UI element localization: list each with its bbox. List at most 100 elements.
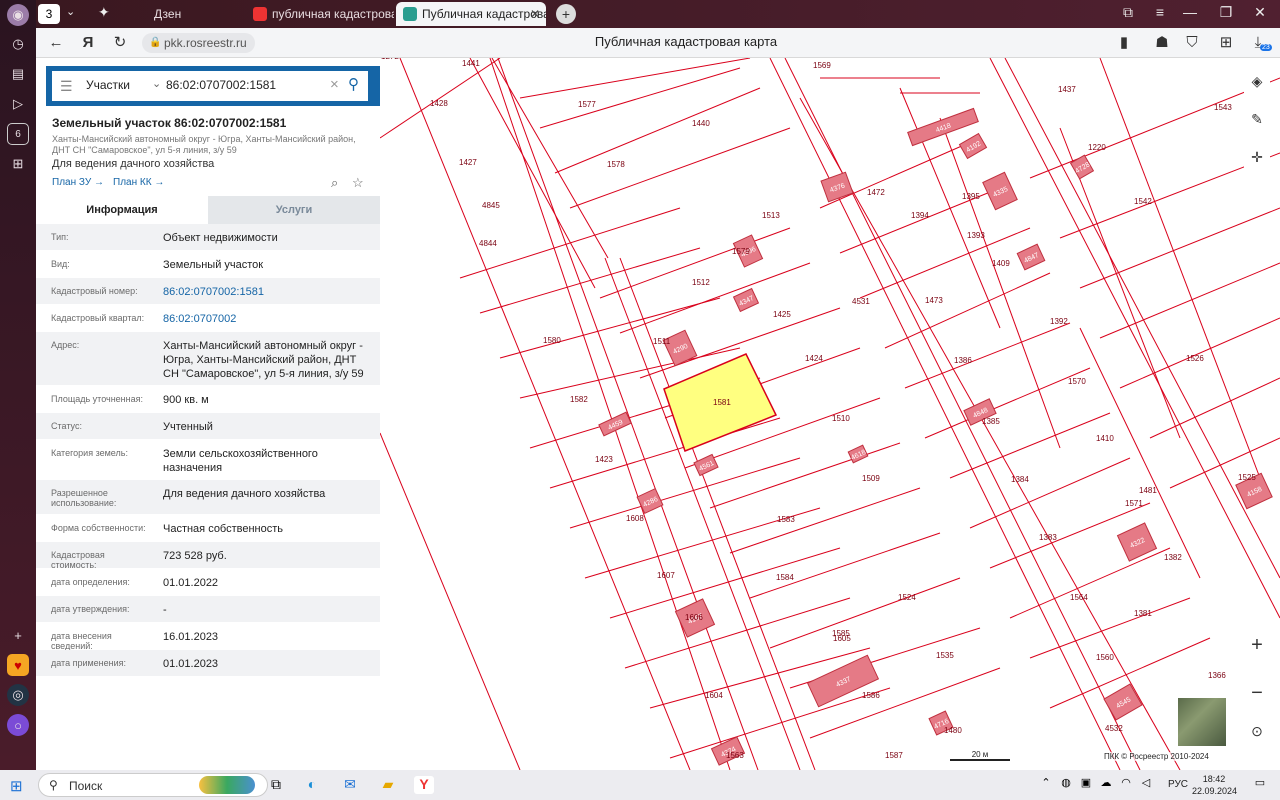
file-explorer-icon[interactable]: ▰ [378, 776, 398, 794]
map-canvas[interactable]: 44184192439647284376 43354847434742904848… [380, 58, 1280, 770]
parcel-number-label[interactable]: 1582 [570, 395, 588, 404]
parcel-number-label[interactable]: 1381 [1134, 609, 1152, 618]
parcel-number-label[interactable]: 1220 [1088, 143, 1106, 152]
favorite-star-icon[interactable]: ☆ [352, 175, 364, 191]
tab-pkk[interactable]: Публичная кадастровая ка ✕ [396, 2, 546, 26]
tray-chevron-icon[interactable]: ⌃ [1036, 776, 1056, 794]
alice-icon[interactable]: ○ [7, 714, 29, 736]
back-icon[interactable]: ← [46, 33, 66, 53]
parcel-number-label[interactable]: 1509 [862, 474, 880, 483]
search-mode-select[interactable]: Участки [86, 78, 130, 92]
parcel-number-label[interactable]: 1410 [1096, 434, 1114, 443]
parcel-number-label[interactable]: 1480 [944, 726, 962, 735]
parcel-number-label[interactable]: 1441 [462, 59, 480, 68]
parcel-number-label[interactable]: 1382 [1164, 553, 1182, 562]
video-icon[interactable]: ▷ [7, 93, 29, 115]
task-view-icon[interactable]: ⧉ [266, 776, 286, 794]
menu-icon[interactable]: ☰ [60, 78, 74, 95]
parcel-number-label[interactable]: 4531 [852, 297, 870, 306]
taskbar-search[interactable]: ⚲ Поиск [38, 773, 268, 797]
parcel-number-label[interactable]: 1510 [832, 414, 850, 423]
parcel-number-label[interactable]: 1543 [1214, 103, 1232, 112]
cloud-icon[interactable]: ☁ [1096, 776, 1116, 794]
number-icon[interactable]: 6 [7, 123, 29, 145]
parcel-number-label[interactable]: 4844 [479, 239, 497, 248]
search-input[interactable]: 86:02:0707002:1581 [166, 78, 276, 92]
parcel-number-label[interactable]: 1394 [911, 211, 929, 220]
volume-icon[interactable]: ◁ [1136, 776, 1156, 794]
zoom-out-button[interactable]: − [1244, 680, 1270, 706]
parcel-number-label[interactable]: 1383 [1039, 533, 1057, 542]
parcel-number-label[interactable]: 1605 [833, 634, 851, 643]
parcel-number-label[interactable]: 1525 [1238, 473, 1256, 482]
parcel-number-label[interactable]: 1272 [381, 58, 399, 61]
parcel-number-label[interactable]: 1384 [1011, 475, 1029, 484]
parcel-number-label[interactable]: 4532 [1105, 724, 1123, 733]
search-icon[interactable]: ⚲ [348, 75, 359, 93]
parcel-number-label[interactable]: 1526 [1186, 354, 1204, 363]
sparkle-icon[interactable]: ✦ [98, 4, 110, 21]
windows-start-icon[interactable]: ⊞ [10, 777, 23, 795]
parcel-number-label[interactable]: 1437 [1058, 85, 1076, 94]
messenger-icon[interactable]: ◎ [7, 684, 29, 706]
parcel-number-label[interactable]: 1481 [1139, 486, 1157, 495]
compass-icon[interactable]: ⊙ [1244, 718, 1270, 744]
tab-count-badge[interactable]: 3 [38, 4, 60, 24]
parcel-number-label[interactable]: 1606 [685, 613, 703, 622]
cadastral-map[interactable]: 4418 4192 4396 4728 4376 4335 4847 4347 4290 4848… [380, 58, 1280, 770]
parcel-number-label[interactable]: 1535 [936, 651, 954, 660]
games-icon[interactable]: ⊞ [7, 153, 29, 175]
language-indicator[interactable]: РУС [1168, 779, 1188, 790]
maximize-icon[interactable]: ❐ [1214, 4, 1238, 21]
clock-icon[interactable]: ◷ [7, 33, 29, 55]
notifications-icon[interactable]: ▭ [1250, 776, 1270, 794]
clear-icon[interactable]: × [330, 76, 339, 93]
parcel-number-label[interactable]: 1440 [692, 119, 710, 128]
mail-icon[interactable]: ✉ [340, 776, 360, 794]
chevron-down-icon[interactable]: ⌄ [66, 5, 75, 18]
collections-add-icon[interactable]: ⊞ [1216, 33, 1236, 53]
parcel-number-label[interactable]: 1608 [626, 514, 644, 523]
parcel-number-label[interactable]: 1586 [862, 691, 880, 700]
collections-icon[interactable]: ▤ [7, 63, 29, 85]
parcel-number-label[interactable]: 1424 [805, 354, 823, 363]
url-field[interactable]: 🔒 pkk.rosreestr.ru [142, 33, 255, 53]
parcel-number-label[interactable]: 1473 [925, 296, 943, 305]
layers-icon[interactable]: ◈ [1244, 68, 1270, 94]
close-tab-icon[interactable]: ✕ [530, 2, 540, 26]
parcel-number-label[interactable]: 1570 [1068, 377, 1086, 386]
parcel-number-label[interactable]: 1564 [1070, 593, 1088, 602]
parcel-number-label[interactable]: 1587 [885, 751, 903, 760]
parcel-number-label[interactable]: 1511 [653, 337, 671, 346]
parcel-number-label[interactable]: 1513 [762, 211, 780, 220]
parcel-number-label[interactable]: 1409 [992, 259, 1010, 268]
yandex-logo-icon[interactable]: Я [78, 33, 98, 53]
parcel-number-label[interactable]: 1584 [776, 573, 794, 582]
zoom-in-button[interactable]: + [1244, 632, 1270, 658]
tab-yandex-search[interactable]: публичная кадастровая к [246, 2, 394, 26]
avatar-icon[interactable]: ◉ [7, 4, 29, 26]
plan-kk-link[interactable]: План КК → [113, 177, 164, 188]
parcel-number-label[interactable]: 1472 [867, 188, 885, 197]
parcel-number-label[interactable]: 1577 [578, 100, 596, 109]
market-icon[interactable]: ♥ [7, 654, 29, 676]
parcel-number-label[interactable]: 1423 [595, 455, 613, 464]
edge-icon[interactable]: ◐ [302, 776, 322, 794]
parcel-number-label[interactable]: 1512 [692, 278, 710, 287]
tray-app2-icon[interactable]: ▣ [1076, 776, 1096, 794]
cadastral-number-link[interactable]: 86:02:0707002:1581 [163, 285, 373, 299]
parcel-number-label[interactable]: 1524 [898, 593, 916, 602]
minimize-icon[interactable]: — [1178, 4, 1202, 20]
parcel-number-label[interactable]: 1542 [1134, 197, 1152, 206]
bookmark-icon[interactable]: ▮ [1114, 33, 1134, 53]
parcel-number-label[interactable]: 1571 [1125, 499, 1143, 508]
parcel-number-label[interactable]: 1578 [607, 160, 625, 169]
parcel-number-label[interactable]: 1607 [657, 571, 675, 580]
parcel-number-label[interactable]: 1583 [777, 515, 795, 524]
parcel-number-label[interactable]: 1604 [705, 691, 723, 700]
parcel-number-label[interactable]: 1366 [1208, 671, 1226, 680]
cadastral-quarter-link[interactable]: 86:02:0707002 [163, 312, 373, 326]
parcel-number-label[interactable]: 1386 [954, 356, 972, 365]
parcel-number-label[interactable]: 1569 [813, 61, 831, 70]
menu-icon[interactable]: ≡ [1148, 4, 1172, 20]
